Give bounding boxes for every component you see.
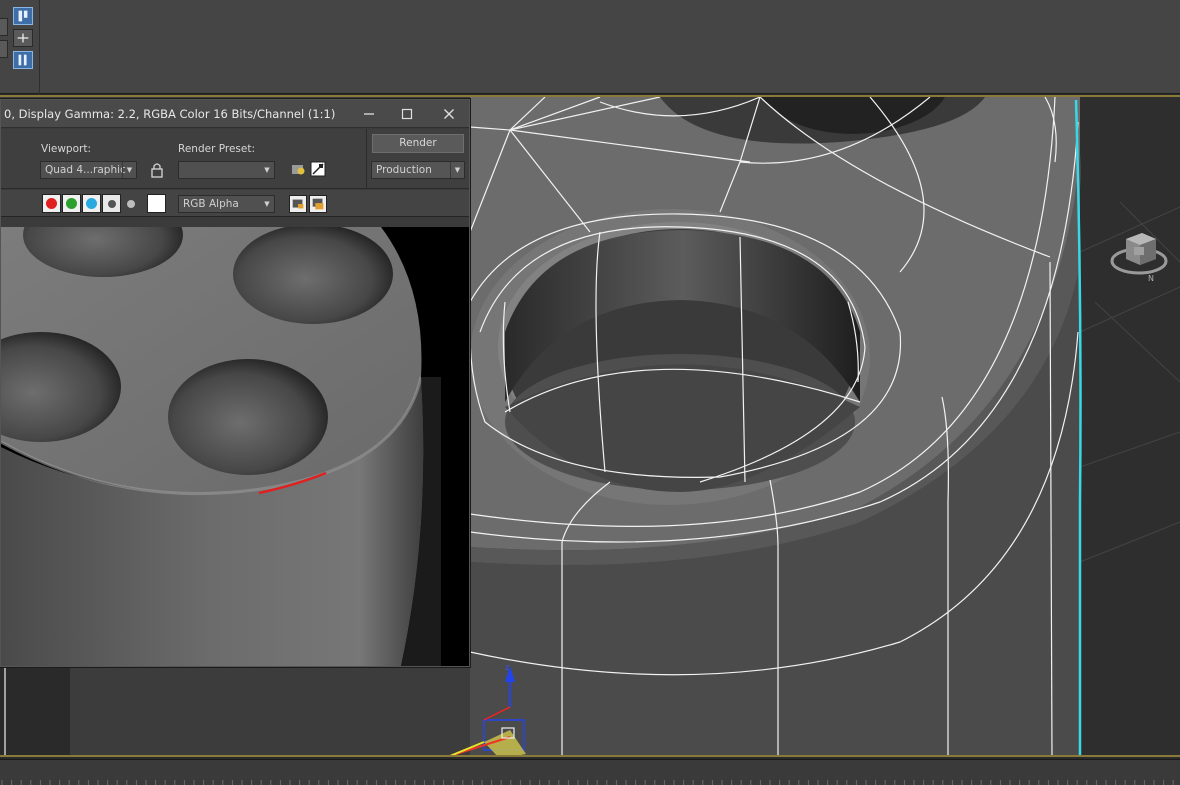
chevron-down-icon: ▼ <box>264 166 270 174</box>
divider <box>366 129 367 189</box>
svg-text:z: z <box>505 663 509 672</box>
mono-channel-icon[interactable] <box>127 200 135 208</box>
toolbar-button-left-1[interactable] <box>0 18 8 36</box>
timeline-track[interactable] <box>0 759 1180 785</box>
viewport-dropdown[interactable]: Quad 4...raphic ▼ <box>40 161 137 179</box>
render-preset-label: Render Preset: <box>178 143 255 155</box>
render-button[interactable]: Render <box>372 134 464 153</box>
layer-toggle-icon[interactable] <box>13 7 33 25</box>
toolbar-button-group <box>0 0 40 94</box>
green-channel-icon <box>66 198 77 209</box>
close-icon[interactable] <box>431 104 467 124</box>
window-title: 0, Display Gamma: 2.2, RGBA Color 16 Bit… <box>4 107 336 121</box>
blue-channel-icon <box>86 198 97 209</box>
minimize-icon[interactable] <box>351 104 387 124</box>
alpha-channel-icon <box>107 199 116 208</box>
alpha-channel-toggle[interactable] <box>102 194 121 213</box>
nav-cube-icon[interactable]: N <box>1108 225 1170 285</box>
render-preset-dropdown[interactable]: ▼ <box>178 161 275 179</box>
background-color-swatch[interactable] <box>147 194 166 213</box>
toolbar-button-left-2[interactable] <box>0 40 8 58</box>
chevron-down-icon: ▼ <box>450 162 464 178</box>
production-dropdown[interactable]: Production ▼ <box>371 161 465 179</box>
rendered-frame-window: 0, Display Gamma: 2.2, RGBA Color 16 Bit… <box>0 99 470 667</box>
svg-text:N: N <box>1148 274 1154 283</box>
red-channel-toggle[interactable] <box>42 194 61 213</box>
clone-frame-icon[interactable] <box>309 195 327 213</box>
viewport-label: Viewport: <box>41 143 91 155</box>
save-image-icon[interactable] <box>289 195 307 213</box>
channel-display-dropdown[interactable]: RGB Alpha ▼ <box>178 195 275 213</box>
chevron-down-icon: ▼ <box>122 162 136 178</box>
render-setup-icon[interactable] <box>310 161 326 177</box>
channel-display-value: RGB Alpha <box>183 198 239 210</box>
channel-toolbar: RGB Alpha ▼ <box>1 190 469 217</box>
production-dropdown-value: Production <box>376 164 432 176</box>
chevron-down-icon: ▼ <box>264 200 270 208</box>
window-titlebar[interactable]: 0, Display Gamma: 2.2, RGBA Color 16 Bit… <box>1 100 469 128</box>
preset-settings-icon[interactable] <box>290 161 306 177</box>
sort-icon[interactable] <box>13 51 33 69</box>
maximize-icon[interactable] <box>389 104 425 124</box>
viewport-dropdown-value: Quad 4...raphic <box>45 164 126 176</box>
green-channel-toggle[interactable] <box>62 194 81 213</box>
render-settings-row: Viewport: Quad 4...raphic ▼ Render Prese… <box>1 129 469 189</box>
rendered-image <box>1 227 469 666</box>
red-channel-icon <box>46 198 57 209</box>
lock-icon[interactable] <box>149 162 165 178</box>
pin-icon[interactable] <box>13 29 33 47</box>
main-toolbar <box>0 0 1180 94</box>
blue-channel-toggle[interactable] <box>82 194 101 213</box>
